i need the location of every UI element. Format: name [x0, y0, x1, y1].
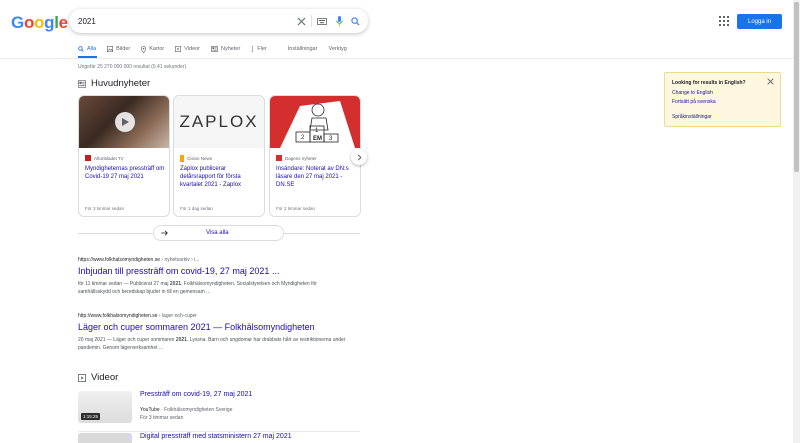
video-age: För 3 timmar sedan — [140, 415, 184, 421]
view-all-label: Visa alla — [206, 230, 229, 236]
tab-images[interactable]: Bilder — [107, 44, 130, 54]
result-url[interactable]: http://www.folkhalsomyndigheten.se — [78, 313, 158, 319]
video-title[interactable]: Pressträff om covid-19, 27 maj 2021 — [140, 391, 252, 398]
result-title[interactable]: Läger och cuper sommaren 2021 — Folkhäls… — [78, 322, 348, 332]
video-title[interactable]: Digital pressträff med statsministern 27… — [140, 433, 292, 440]
header-divider — [0, 58, 800, 59]
language-settings-link[interactable]: Språkinställningar — [672, 114, 712, 120]
search-box[interactable] — [69, 9, 368, 33]
news-title[interactable]: Insändare: Noterat av DN:s läsare den 27… — [276, 165, 358, 189]
tab-videos[interactable]: Videor — [175, 44, 200, 54]
result-breadcrumb: › lager-och-cuper — [158, 313, 197, 319]
result-snippet: för 11 timmar sedan — Publicerat 27 maj … — [78, 281, 317, 295]
more-icon — [252, 46, 254, 52]
news-source: Aftonbladet TV — [94, 155, 124, 161]
video-icon — [175, 46, 182, 52]
news-thumbnail: ZAPLOX — [174, 96, 264, 148]
logo-letter: g — [44, 13, 55, 32]
continue-language-link[interactable]: Fortsätt på svenska — [672, 99, 716, 105]
source-logo-icon — [85, 155, 91, 161]
search-icon — [78, 46, 84, 52]
top-news-heading: Huvudnyheter — [78, 78, 150, 89]
result-snippet: 20 maj 2021 — Läger och cuper sommaren 2… — [78, 337, 346, 351]
news-age: För 1 dag sedan — [180, 206, 213, 211]
microphone-icon[interactable] — [332, 14, 346, 28]
logo-letter: e — [58, 13, 68, 32]
video-platform: YouTube — [140, 407, 160, 413]
tab-more[interactable]: Fler — [251, 44, 267, 54]
videos-heading: Videor — [78, 372, 118, 383]
chevron-right-icon — [357, 154, 362, 160]
zaplox-logo: ZAPLOX — [179, 112, 259, 131]
language-heading: Looking for results in English? — [672, 80, 746, 86]
video-icon — [78, 373, 86, 382]
podium-label: EM — [313, 136, 322, 142]
news-age: För 3 timmar sedan — [85, 206, 125, 211]
news-card[interactable]: ZAPLOX Cision News Zaplox publicerar del… — [173, 95, 265, 217]
tab-tools[interactable]: Verktyg — [328, 44, 346, 54]
video-result[interactable]: Digital pressträff med statsministern 27… — [78, 433, 360, 443]
news-title[interactable]: Myndigheternas pressträff om Covid-19 27… — [85, 165, 167, 181]
logo-letter: G — [11, 13, 24, 32]
news-title[interactable]: Zaplox publicerar delårsrapport för förs… — [180, 165, 262, 189]
logo-letter: o — [23, 13, 35, 32]
play-icon — [115, 112, 135, 132]
result-breadcrumb: › nyhetsarkiv › i... — [161, 257, 200, 263]
tab-all[interactable]: Alla — [78, 44, 96, 54]
news-source: Dagens nyheter — [285, 155, 317, 161]
video-result[interactable]: 1:15:25 Pressträff om covid-19, 27 maj 2… — [78, 389, 360, 429]
login-button[interactable]: Logga in — [737, 14, 782, 29]
news-source: Cision News — [187, 156, 213, 161]
video-thumbnail[interactable] — [78, 433, 132, 443]
news-icon — [78, 79, 86, 88]
tab-settings[interactable]: Inställningar — [288, 44, 318, 54]
result-url[interactable]: https://www.folkhalsomyndigheten.se — [78, 257, 160, 263]
source-logo-icon — [180, 155, 184, 162]
search-divider — [311, 15, 312, 27]
search-result: https://www.folkhalsomyndigheten.se › ny… — [78, 257, 348, 296]
change-language-link[interactable]: Change to English — [672, 90, 713, 96]
results-count: Ungefär 25 270 000 000 resultat (0,41 se… — [78, 64, 187, 70]
keyboard-icon[interactable] — [315, 14, 329, 28]
search-tabs: Alla Bilder Kartor Videor Nyheter Fler I… — [78, 44, 358, 54]
view-all-button[interactable]: Visa alla — [153, 225, 284, 241]
news-icon — [211, 46, 218, 52]
source-logo-icon — [276, 155, 282, 161]
video-thumbnail[interactable]: 1:15:25 — [78, 391, 132, 423]
news-card[interactable]: 2 1 EM 3 Dagens nyheter Insändare: Noter… — [269, 95, 361, 217]
apps-grid-icon[interactable] — [719, 16, 729, 26]
video-duration: 1:15:25 — [81, 413, 101, 420]
tab-news[interactable]: Nyheter — [211, 44, 240, 54]
news-thumbnail: 2 1 EM 3 — [270, 96, 360, 148]
close-icon[interactable] — [767, 78, 774, 87]
language-suggestion-box: Looking for results in English? Change t… — [664, 72, 781, 127]
video-channel: · Folkhälsomyndigheten Sverige — [161, 407, 233, 413]
news-thumbnail — [79, 96, 169, 148]
tab-maps[interactable]: Kartor — [141, 44, 164, 54]
carousel-next-button[interactable] — [351, 149, 367, 165]
image-icon — [107, 46, 114, 52]
news-card[interactable]: Aftonbladet TV Myndigheternas pressträff… — [78, 95, 170, 217]
search-result: http://www.folkhalsomyndigheten.se › lag… — [78, 313, 348, 352]
clear-icon[interactable] — [294, 14, 308, 28]
arrow-right-icon — [161, 230, 168, 236]
search-input[interactable] — [78, 13, 278, 29]
news-age: För 2 timmar sedan — [276, 206, 316, 211]
scrollbar-thumb[interactable] — [794, 2, 799, 172]
video-divider — [78, 431, 360, 432]
search-icon[interactable] — [348, 14, 362, 28]
google-logo[interactable]: Google — [11, 13, 68, 33]
cartoon-illustration: 2 1 EM 3 — [280, 101, 355, 148]
logo-letter: o — [34, 13, 45, 32]
result-title[interactable]: Inbjudan till pressträff om covid-19, 27… — [78, 266, 348, 276]
map-pin-icon — [141, 45, 147, 53]
